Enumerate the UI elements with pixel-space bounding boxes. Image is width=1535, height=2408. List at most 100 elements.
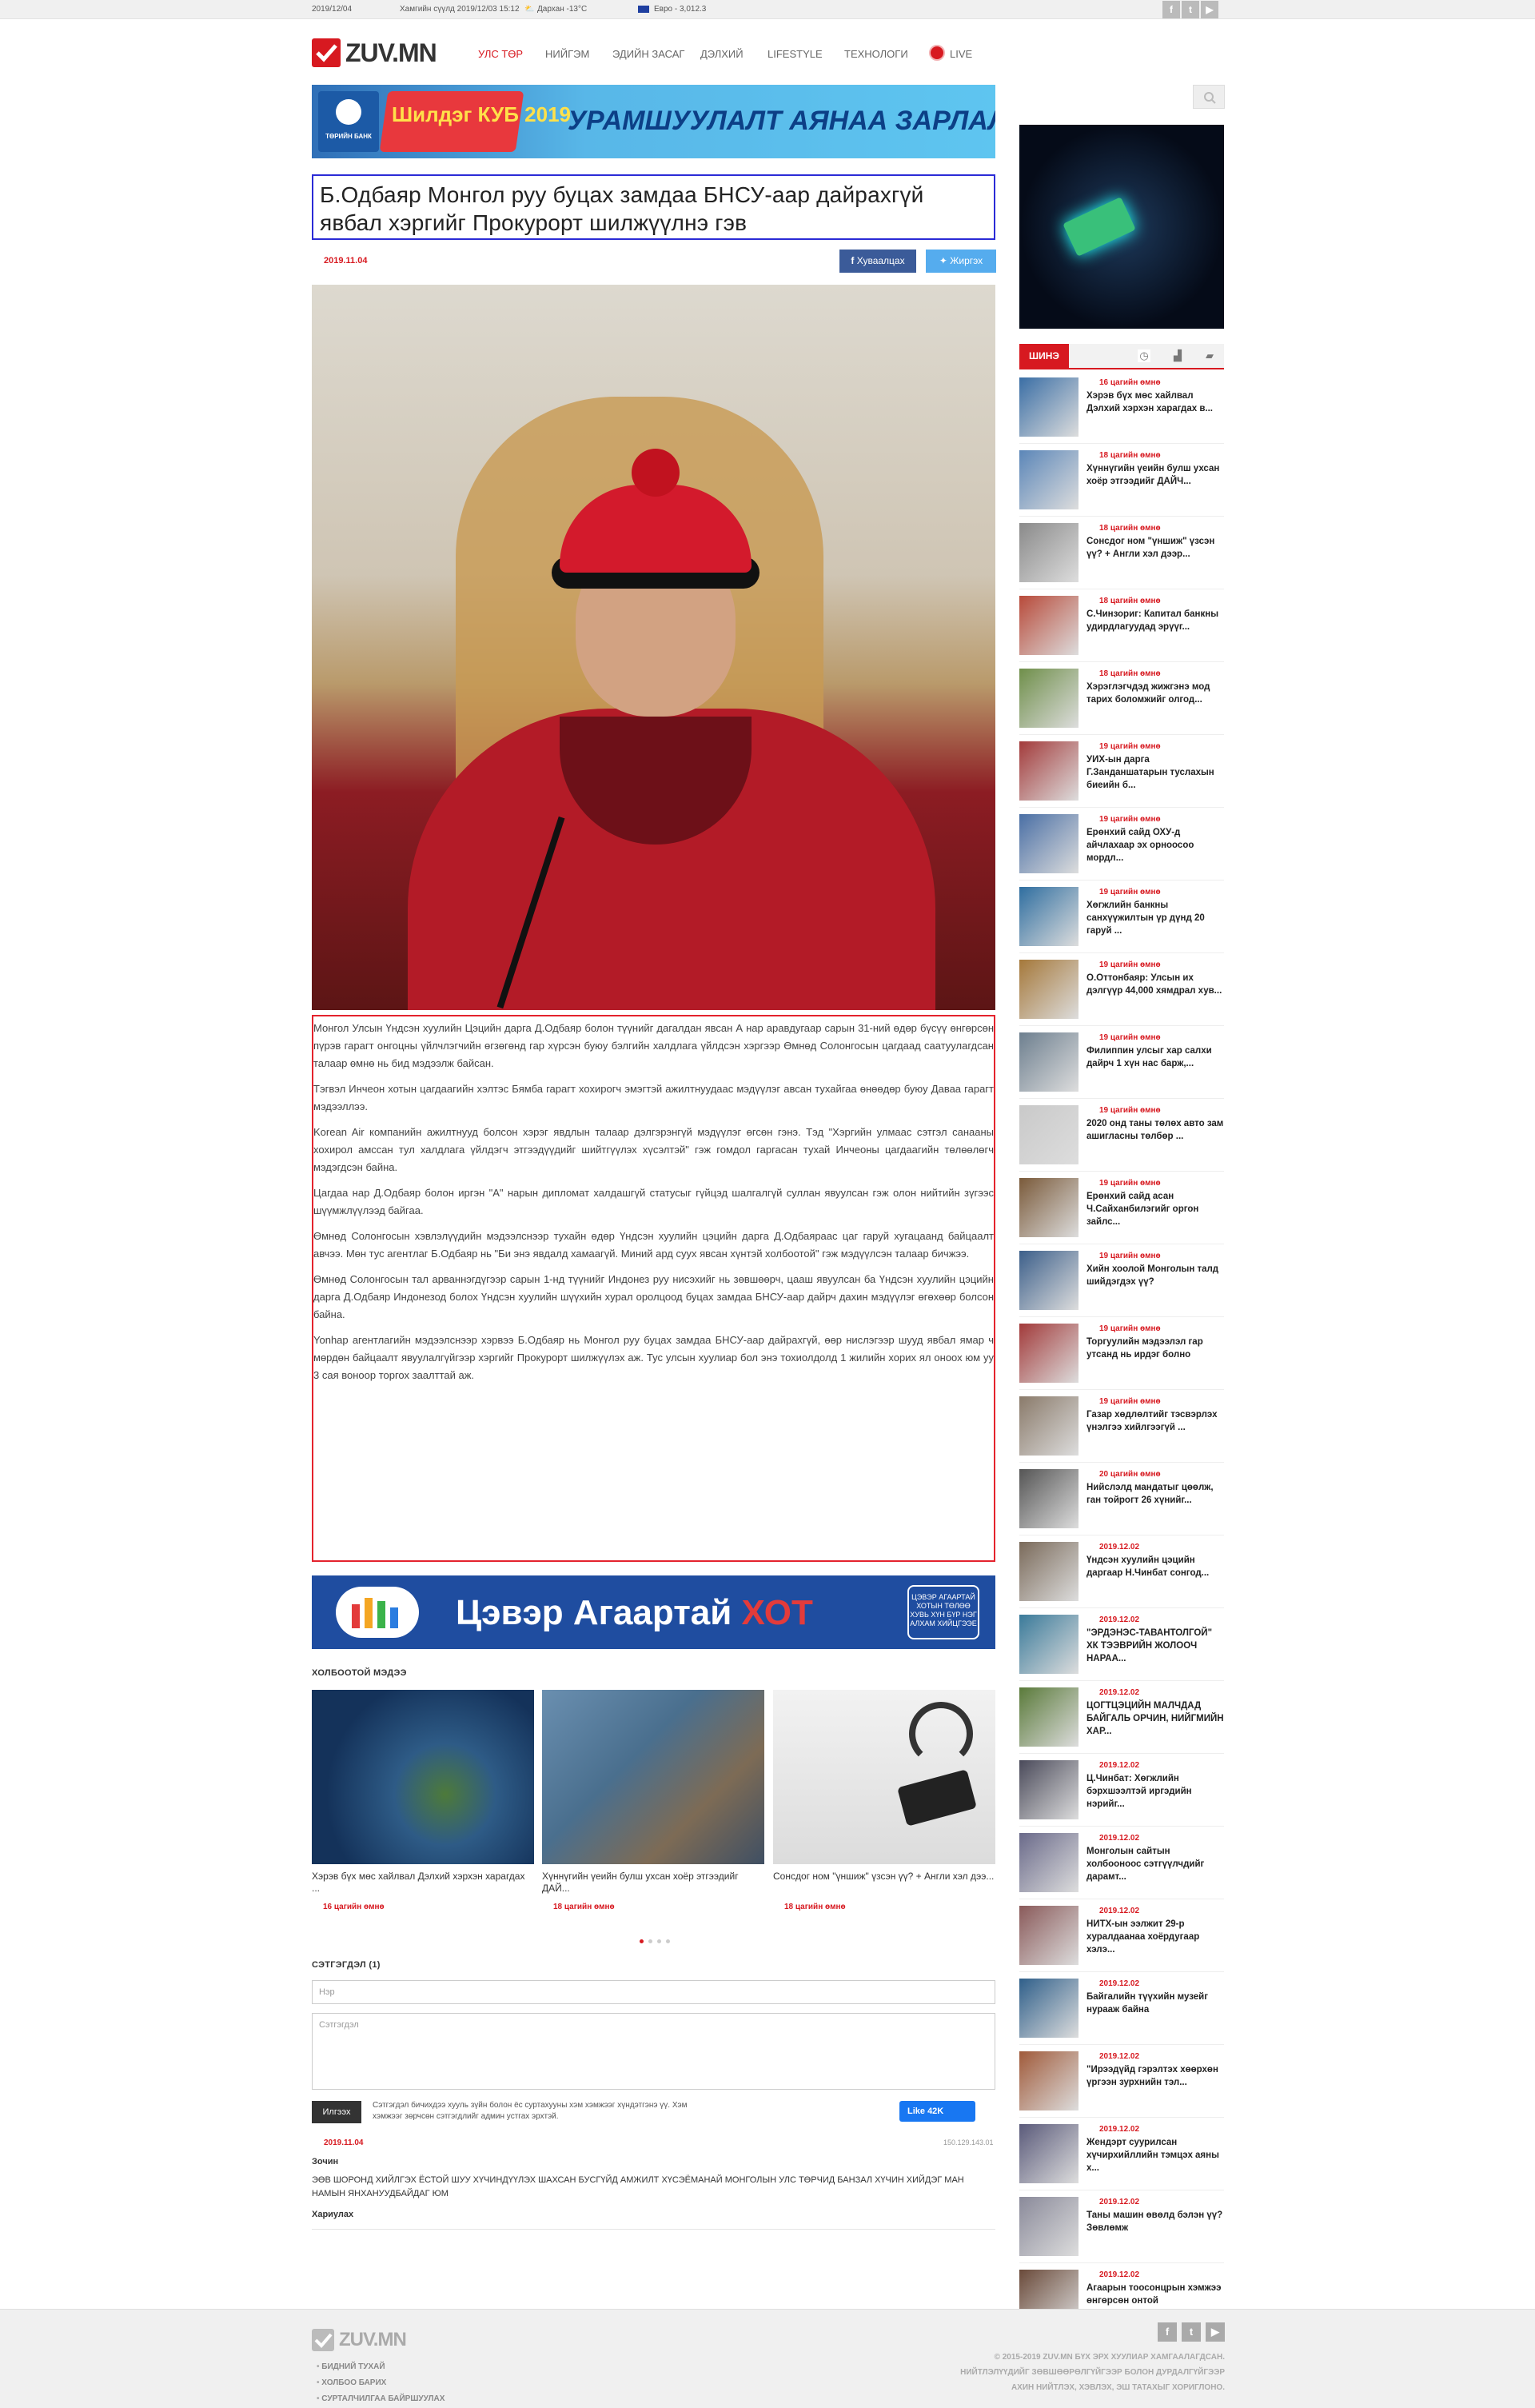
sidebar-news-item[interactable]: 19 цагийн өмнө О.Оттонбаяр: Улсын их дэлг… (1019, 958, 1224, 1026)
tab-new[interactable]: ШИНЭ (1019, 344, 1069, 368)
sidebar-news-item[interactable]: 20 цагийн өмнө Нийслэлд мандатыг цөөлж, г… (1019, 1468, 1224, 1535)
related-item[interactable]: Хүннүгийн үеийн булш ухсан хоёр этгээдий… (542, 1690, 764, 1911)
nav-world[interactable]: ДЭЛХИЙ (700, 48, 744, 60)
sidebar-news-item[interactable]: 19 цагийн өмнө Газар хөдлөлтийг тэсвэрлэх… (1019, 1395, 1224, 1463)
sidebar-news-item[interactable]: 18 цагийн өмнө Хүннүгийн үеийн булш ухсан… (1019, 449, 1224, 517)
news-title: Монголын сайтын холбооноос сэтгүүлчдийг … (1086, 1847, 1205, 1882)
checkmark-logo-icon (312, 2329, 334, 2351)
sidebar-ad[interactable] (1019, 125, 1224, 329)
news-thumbnail (1019, 1396, 1078, 1456)
sidebar-news-item[interactable]: 19 цагийн өмнө 2020 онд таны төлөх авто з… (1019, 1104, 1224, 1172)
site-header: ZUV.MN УЛС ТӨР НИЙГЭМ ЭДИЙН ЗАСАГ ДЭЛХИЙ… (310, 30, 1225, 75)
sidebar-news-item[interactable]: 19 цагийн өмнө Ерөнхий сайд асан Ч.Сайхан… (1019, 1176, 1224, 1244)
comment-date: 2019.11.04 (324, 2138, 364, 2147)
sidebar-news-item[interactable]: 2019.12.02 НИТХ-ын ээлжит 29-р хуралдаана… (1019, 1904, 1224, 1972)
facebook-share-button[interactable]: f Хуваалцах (839, 250, 916, 273)
sidebar-news-item[interactable]: 2019.12.02 "Ирээдүйд гэрэлтэх хөөрхөн үрг… (1019, 2050, 1224, 2118)
news-title: Ц.Чинбат: Хөгжлийн бэрхшээлтэй иргэдийн … (1086, 1774, 1192, 1809)
news-time: 18 цагийн өмнө (1099, 524, 1161, 533)
name-input[interactable]: Нэр (312, 1980, 995, 2004)
nav-technology[interactable]: ТЕХНОЛОГИ (844, 48, 908, 60)
nav-economy[interactable]: ЭДИЙН ЗАСАГ (612, 48, 684, 60)
news-time: 19 цагийн өмнө (1099, 1324, 1161, 1333)
search-button[interactable] (1193, 85, 1225, 109)
sidebar-news-item[interactable]: 2019.12.02 Байгалийн түүхийн музейг нураа… (1019, 1977, 1224, 2045)
carousel-dots[interactable] (640, 1933, 675, 1947)
banner-headline: УРАМШУУЛАЛТ АЯНАА ЗАРЛАЛАА (568, 106, 995, 136)
sidebar-news-item[interactable]: 19 цагийн өмнө УИХ-ын дарга Г.Занданшатар… (1019, 740, 1224, 808)
sidebar-news-item[interactable]: 19 цагийн өмнө Хөгжлийн банкны санхүүжилт… (1019, 885, 1224, 953)
related-item[interactable]: Сонсдог ном "үншиж" үзсэн үү? + Англи хэ… (773, 1690, 995, 1911)
clean-air-banner[interactable]: Цэвэр Агаартай ХОТ ЦЭВЭР АГААРТАЙ ХОТЫН … (312, 1575, 995, 1649)
news-time: 19 цагийн өмнө (1099, 1252, 1161, 1260)
comment-icon[interactable]: ▰ (1203, 349, 1216, 362)
sidebar-news-item[interactable]: 19 цагийн өмнө Филиппин улсыг хар салхи д… (1019, 1031, 1224, 1099)
sidebar-news-item[interactable]: 19 цагийн өмнө Ерөнхий сайд ОХУ-д айчлаха… (1019, 813, 1224, 881)
twitter-icon[interactable]: t (1182, 1, 1199, 18)
eu-flag-icon (638, 6, 649, 13)
footer-link-advertise[interactable]: СУРТАЛЧИЛГАА БАЙРШУУЛАХ (317, 2391, 445, 2407)
sidebar-news-item[interactable]: 18 цагийн өмнө Сонсдог ном "үншиж" үзсэн … (1019, 521, 1224, 589)
sidebar-news-item[interactable]: 2019.12.02 "ЭРДЭНЭС-ТАВАНТОЛГОЙ" ХК ТЭЭВР… (1019, 1613, 1224, 1681)
clock-icon[interactable]: ◷ (1138, 349, 1150, 362)
related-time: 18 цагийн өмнө (553, 1903, 615, 1911)
promo-logo: Шилдэг КУБ 2019 (379, 91, 571, 152)
news-thumbnail (1019, 1178, 1078, 1237)
facebook-icon[interactable]: f (1162, 1, 1180, 18)
news-time: 20 цагийн өмнө (1099, 1470, 1161, 1479)
news-time: 19 цагийн өмнө (1099, 815, 1161, 824)
send-button[interactable]: Илгээх (312, 2101, 361, 2123)
news-time: 19 цагийн өмнө (1099, 1106, 1161, 1115)
site-logo[interactable]: ZUV.MN (312, 37, 464, 69)
nav-lifestyle[interactable]: LIFESTYLE (768, 48, 823, 60)
chart-icon[interactable]: ▟ (1171, 349, 1184, 362)
facebook-like-button[interactable]: Like 42K (899, 2101, 975, 2122)
youtube-icon[interactable]: ▶ (1206, 2322, 1225, 2342)
sidebar-news-item[interactable]: 2019.12.02 Монголын сайтын холбооноос сэт… (1019, 1831, 1224, 1899)
footer-link-about[interactable]: БИДНИЙ ТУХАЙ (317, 2359, 445, 2375)
logo-text: ZUV.MN (345, 38, 437, 67)
sidebar-news-item[interactable]: 2019.12.02 Үндсэн хуулийн цэцийн даргаар … (1019, 1540, 1224, 1608)
twitter-icon[interactable]: t (1182, 2322, 1201, 2342)
news-thumbnail (1019, 523, 1078, 582)
nav-politics[interactable]: УЛС ТӨР (478, 48, 523, 60)
currency-rate: Евро - 3,012.3 (654, 5, 707, 14)
paragraph: Монгол Улсын Үндсэн хуулийн Цэцийн дарга… (313, 1022, 994, 1069)
top-ad-banner[interactable]: ТӨРИЙН БАНК Шилдэг КУБ 2019 УРАМШУУЛАЛТ … (312, 85, 995, 158)
sidebar-news-item[interactable]: 2019.12.02 ЦОГТЦЭЦИЙН МАЛЧДАД БАЙГАЛЬ ОРЧ… (1019, 1686, 1224, 1754)
sidebar-news-item[interactable]: 2019.12.02 Ц.Чинбат: Хөгжлийн бэрхшээлтэй… (1019, 1759, 1224, 1827)
sidebar-news-item[interactable]: 18 цагийн өмнө С.Чинзориг: Капитал банкны… (1019, 594, 1224, 662)
nav-society[interactable]: НИЙГЭМ (545, 48, 589, 60)
comment-author: Зочин (312, 2157, 339, 2166)
footer-logo[interactable]: ZUV.MN (312, 2329, 432, 2353)
footer-link-contact[interactable]: ХОЛБОО БАРИХ (317, 2375, 445, 2391)
news-thumbnail (1019, 1251, 1078, 1310)
comment-ip: 150.129.143.01 (943, 2138, 994, 2146)
news-thumbnail (1019, 2051, 1078, 2110)
sidebar-news-item[interactable]: 19 цагийн өмнө Хийн хоолой Монголын талд … (1019, 1249, 1224, 1317)
reply-link[interactable]: Хариулах (312, 2210, 353, 2219)
related-item[interactable]: Хэрэв бүх мөс хайлвал Дэлхий хэрхэн хара… (312, 1690, 534, 1911)
youtube-icon[interactable]: ▶ (1201, 1, 1218, 18)
news-title: "Ирээдүйд гэрэлтэх хөөрхөн үргээн зурхни… (1086, 2065, 1218, 2087)
article-title-box: Б.Одбаяр Монгол руу буцах замдаа БНСУ-аа… (312, 174, 995, 240)
sidebar-tabs: ШИНЭ ◷ ▟ ▰ (1019, 344, 1224, 369)
sidebar-news-item[interactable]: 18 цагийн өмнө Хэрэглэгчдэд жижгэнэ мод т… (1019, 667, 1224, 735)
sidebar-news-item[interactable]: 2019.12.02 Жендэрт суурилсан хүчирхийллий… (1019, 2122, 1224, 2190)
news-thumbnail (1019, 1105, 1078, 1164)
comment-textarea[interactable]: Сэтгэгдэл (312, 2013, 995, 2090)
paragraph: Korean Air компанийн ажилтнууд болсон хэ… (313, 1126, 994, 1173)
sidebar-news-item[interactable]: 16 цагийн өмнө Хэрэв бүх мөс хайлвал Дэлх… (1019, 376, 1224, 444)
sidebar-news-item[interactable]: 19 цагийн өмнө Торгуулийн мэдээлэл гар ут… (1019, 1322, 1224, 1390)
nav-live[interactable]: LIVE (950, 48, 972, 60)
article-title: Б.Одбаяр Монгол руу буцах замдаа БНСУ-аа… (320, 182, 924, 235)
news-title: "ЭРДЭНЭС-ТАВАНТОЛГОЙ" ХК ТЭЭВРИЙН ЖОЛООЧ… (1086, 1628, 1213, 1663)
twitter-share-button[interactable]: ✦ Жиргэх (926, 250, 996, 273)
facebook-icon[interactable]: f (1158, 2322, 1177, 2342)
sidebar-news-item[interactable]: 2019.12.02 Таны машин өвөлд бэлэн үү? Зөв… (1019, 2195, 1224, 2263)
news-time: 19 цагийн өмнө (1099, 888, 1161, 897)
news-thumbnail (1019, 1542, 1078, 1601)
banner-headline: Цэвэр Агаартай ХОТ (456, 1593, 813, 1632)
divider (312, 2229, 995, 2230)
related-time: 16 цагийн өмнө (323, 1903, 385, 1911)
